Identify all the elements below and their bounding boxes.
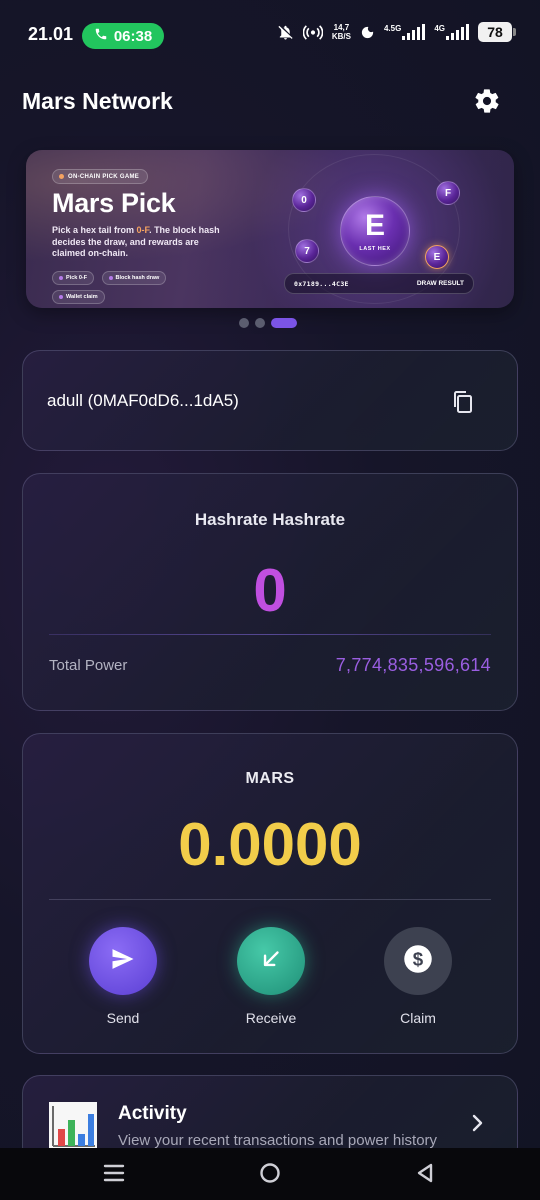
chip-wallet-claim: Wallet claim xyxy=(52,290,105,304)
total-power-value: 7,774,835,596,614 xyxy=(335,655,491,675)
last-hex-orb: E LAST HEX xyxy=(340,196,410,266)
copy-icon xyxy=(451,391,475,419)
wallet-card: adull (0MAF0dD6...1dA5) xyxy=(22,350,518,451)
app-title: Mars Network xyxy=(22,88,173,114)
mars-balance-card: MARS 0.0000 Send Receive $ Claim xyxy=(22,733,518,1054)
carousel-indicator[interactable] xyxy=(239,318,297,328)
hashrate-value: 0 xyxy=(253,557,287,624)
signal-2: 4G xyxy=(434,24,469,40)
carousel-dot[interactable] xyxy=(255,318,265,328)
token-balance: 0.0000 xyxy=(178,811,362,878)
status-icons: 14,7 KB/S 4.5G 4G 78 xyxy=(277,22,516,42)
bar-chart-icon xyxy=(49,1102,97,1150)
hashrate-title: Hashrate Hashrate xyxy=(194,510,346,529)
send-label: Send xyxy=(106,1010,140,1026)
banner-description: Pick a hex tail from 0-F. The block hash… xyxy=(52,225,220,258)
chip-pick: Pick 0-F xyxy=(52,271,95,285)
hex-orb-7: 7 xyxy=(295,239,319,263)
battery-indicator: 78 xyxy=(478,22,516,42)
ongoing-call-pill[interactable]: 06:38 xyxy=(82,23,164,49)
banner-chips: Pick 0-F Block hash draw Wallet claim xyxy=(52,271,222,308)
back-button[interactable] xyxy=(412,1162,438,1188)
net-speed: 14,7 KB/S xyxy=(331,23,351,41)
settings-button[interactable] xyxy=(470,86,504,120)
chip-block-hash: Block hash draw xyxy=(101,271,167,285)
draw-result-label: DRAW RESULT xyxy=(416,280,464,287)
hotspot-icon xyxy=(302,24,323,41)
draw-result-bar: 0x7189...4C3E DRAW RESULT xyxy=(284,273,474,294)
receive-arrow-icon xyxy=(258,946,284,977)
status-bar: 21.01 06:38 14,7 KB/S 4.5G 4G 78 xyxy=(0,0,540,70)
dollar-coin-icon: $ xyxy=(403,944,433,979)
send-button[interactable]: Send xyxy=(78,927,168,1026)
mute-bell-icon xyxy=(277,24,294,41)
carousel-dot-active[interactable] xyxy=(271,318,297,328)
signal-1: 4.5G xyxy=(384,24,426,40)
hex-orb-e: E xyxy=(425,245,449,269)
gear-icon xyxy=(473,87,501,120)
receive-label: Receive xyxy=(245,1010,297,1026)
total-power-label: Total Power xyxy=(49,657,128,674)
claim-label: Claim xyxy=(400,1010,436,1026)
copy-address-button[interactable] xyxy=(451,389,475,415)
hex-orb-f: F xyxy=(436,181,460,205)
hashrate-card: Hashrate Hashrate 0 Total Power 7,774,83… xyxy=(22,473,518,711)
menu-button[interactable] xyxy=(101,1162,127,1188)
wallet-name: adull (0MAF0dD6...1dA5) xyxy=(47,391,239,410)
token-title: MARS xyxy=(245,770,295,787)
system-nav-bar xyxy=(0,1148,540,1200)
phone-icon xyxy=(94,27,108,45)
hex-orb-0: 0 xyxy=(292,188,316,212)
mars-pick-banner[interactable]: ON-CHAIN PICK GAME Mars Pick Pick a hex … xyxy=(26,150,514,308)
menu-icon xyxy=(103,1163,125,1188)
receive-button[interactable]: Receive xyxy=(226,927,316,1026)
block-hash: 0x7189...4C3E xyxy=(294,279,349,288)
back-icon xyxy=(415,1162,435,1189)
call-timer: 06:38 xyxy=(113,27,153,45)
banner-title: Mars Pick xyxy=(52,188,176,218)
divider xyxy=(49,899,491,900)
send-icon xyxy=(109,945,137,978)
claim-button[interactable]: $ Claim xyxy=(373,927,463,1026)
home-icon xyxy=(259,1162,281,1189)
chevron-right-icon[interactable] xyxy=(471,1114,485,1137)
divider xyxy=(49,634,491,635)
banner-tag: ON-CHAIN PICK GAME xyxy=(52,169,149,184)
svg-text:$: $ xyxy=(413,948,424,969)
status-time: 21.01 xyxy=(28,24,74,44)
moon-icon xyxy=(360,25,375,40)
activity-subtitle: View your recent transactions and power … xyxy=(118,1132,438,1149)
claim-circle[interactable]: $ xyxy=(384,927,452,995)
home-button[interactable] xyxy=(257,1162,283,1188)
receive-circle[interactable] xyxy=(237,927,305,995)
send-circle[interactable] xyxy=(89,927,157,995)
activity-title: Activity xyxy=(118,1103,187,1124)
carousel-dot[interactable] xyxy=(239,318,249,328)
